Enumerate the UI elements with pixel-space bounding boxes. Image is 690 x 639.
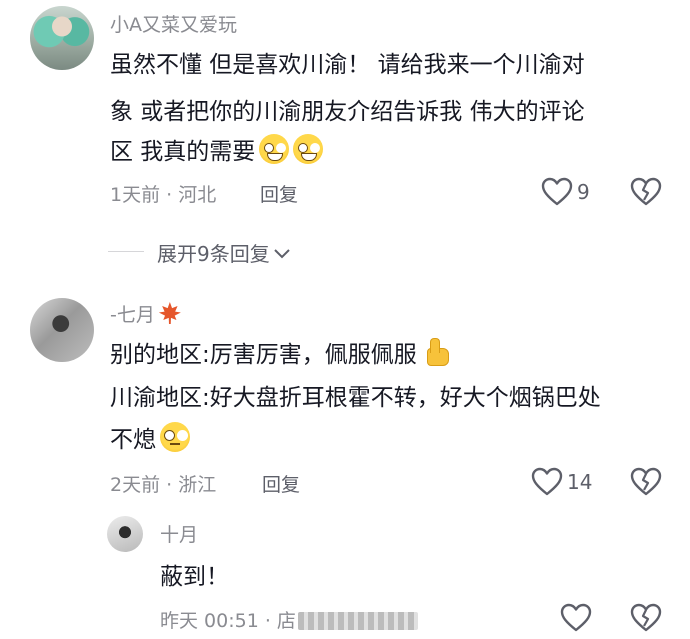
broken-heart-icon[interactable] bbox=[630, 177, 662, 207]
eye-roll-emoji-icon bbox=[160, 422, 190, 452]
heart-outline-icon[interactable] bbox=[541, 177, 573, 207]
reply-time: 昨天 00:51 · 店 bbox=[160, 610, 296, 632]
like-count: 14 bbox=[567, 470, 593, 494]
divider bbox=[108, 251, 144, 252]
comment-text-line: 别的地区:厉害厉害，佩服佩服 bbox=[110, 342, 417, 368]
avatar[interactable] bbox=[107, 516, 143, 552]
comment-time-location: 1天前 · 河北 bbox=[110, 184, 217, 206]
comment-text-line: 川渝地区:好大盘折耳根霍不转，好大个烟锅巴处 bbox=[110, 385, 601, 411]
comment-text-first: 别的地区:厉害厉害，佩服佩服 bbox=[110, 335, 451, 375]
heart-outline-icon[interactable] bbox=[560, 603, 592, 633]
reply-text: 蔽到！ bbox=[160, 564, 229, 590]
like-count: 9 bbox=[577, 180, 590, 204]
reply-time-location: 昨天 00:51 · 店 bbox=[160, 606, 418, 633]
expand-replies-label: 展开9条回复 bbox=[157, 242, 270, 266]
comment-text-last: 区 我真的需要 bbox=[110, 132, 324, 172]
comment-text-last: 不熄 bbox=[110, 420, 190, 460]
comment-time-location: 2天前 · 浙江 bbox=[110, 474, 217, 496]
broken-heart-icon[interactable] bbox=[630, 603, 662, 633]
comment-username[interactable]: 小A又菜又爱玩 bbox=[110, 10, 237, 37]
chevron-down-icon bbox=[274, 249, 290, 259]
heart-outline-icon[interactable] bbox=[531, 467, 563, 497]
comment-username-row[interactable]: -七月 bbox=[110, 300, 181, 327]
grin-emoji-icon bbox=[293, 134, 324, 164]
broken-heart-icon[interactable] bbox=[630, 467, 662, 497]
reply-button[interactable]: 回复 bbox=[260, 180, 298, 207]
comment-text-line: 虽然不懂 但是喜欢川渝！ 请给我来一个川渝对 bbox=[110, 52, 585, 78]
comment-text-line: 不熄 bbox=[110, 427, 156, 453]
avatar[interactable] bbox=[30, 298, 94, 362]
maple-leaf-icon bbox=[158, 302, 181, 324]
expand-replies-button[interactable]: 展开9条回复 bbox=[157, 238, 291, 267]
grin-emoji-icon bbox=[259, 134, 290, 164]
avatar[interactable] bbox=[30, 6, 94, 70]
reply-username[interactable]: 十月 bbox=[160, 520, 198, 547]
comment-text-line: 象 或者把你的川渝朋友介绍告诉我 伟大的评论 bbox=[110, 99, 585, 125]
thumbs-up-emoji-icon bbox=[421, 337, 451, 367]
blurred-overlay bbox=[297, 612, 418, 630]
reply-button[interactable]: 回复 bbox=[262, 470, 300, 497]
comment-text-line: 区 我真的需要 bbox=[110, 139, 256, 165]
comment-username: -七月 bbox=[110, 304, 155, 326]
